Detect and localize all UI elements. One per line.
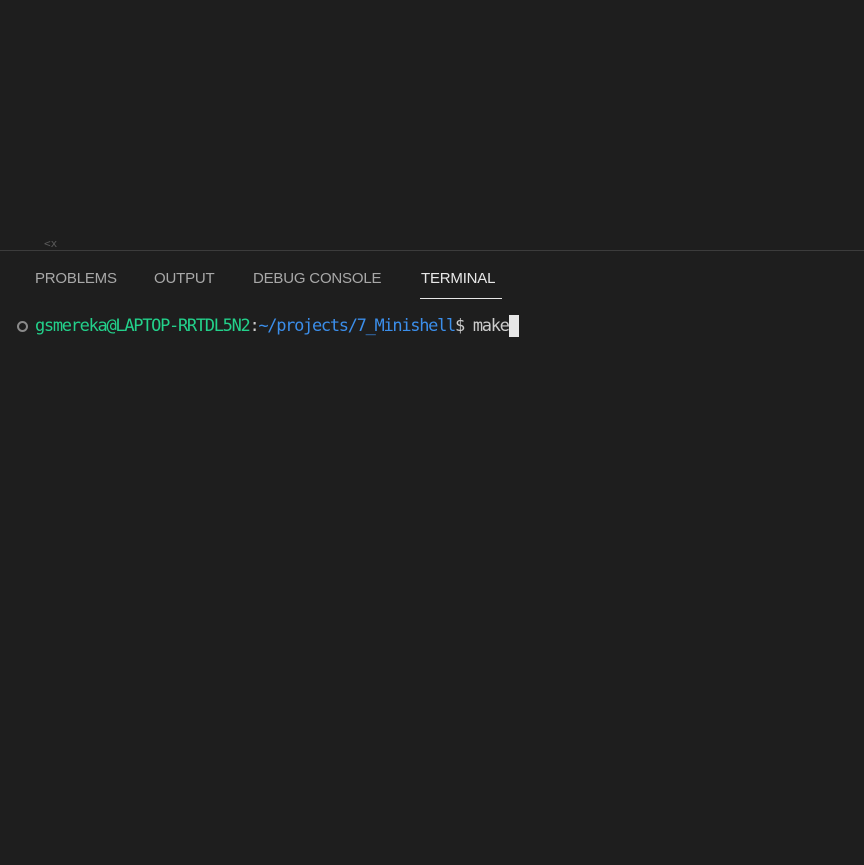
editor-text-fragment: <x bbox=[44, 238, 58, 250]
terminal-command-input[interactable]: make bbox=[473, 316, 510, 336]
tab-output[interactable]: OUTPUT bbox=[154, 269, 215, 289]
tab-debug-console[interactable]: DEBUG CONSOLE bbox=[253, 269, 381, 289]
editor-area[interactable]: <x bbox=[0, 0, 864, 250]
terminal-view[interactable]: gsmereka@LAPTOP-RRTDL5N2:~/projects/7_Mi… bbox=[0, 315, 864, 403]
tab-terminal[interactable]: TERMINAL bbox=[421, 269, 495, 289]
tab-problems[interactable]: PROBLEMS bbox=[35, 269, 117, 289]
panel-tabs: PROBLEMS OUTPUT DEBUG CONSOLE TERMINAL bbox=[0, 251, 864, 299]
active-tab-indicator bbox=[420, 298, 502, 299]
terminal-cursor bbox=[508, 315, 519, 337]
circle-outline-icon[interactable] bbox=[17, 321, 28, 332]
prompt-path: ~/projects/7_Minishell bbox=[258, 316, 456, 336]
terminal-prompt-line: gsmereka@LAPTOP-RRTDL5N2:~/projects/7_Mi… bbox=[35, 315, 519, 337]
prompt-symbol: $ bbox=[454, 316, 473, 336]
bottom-panel: PROBLEMS OUTPUT DEBUG CONSOLE TERMINAL g… bbox=[0, 250, 864, 865]
prompt-user-host: gsmereka@LAPTOP-RRTDL5N2 bbox=[35, 316, 251, 336]
